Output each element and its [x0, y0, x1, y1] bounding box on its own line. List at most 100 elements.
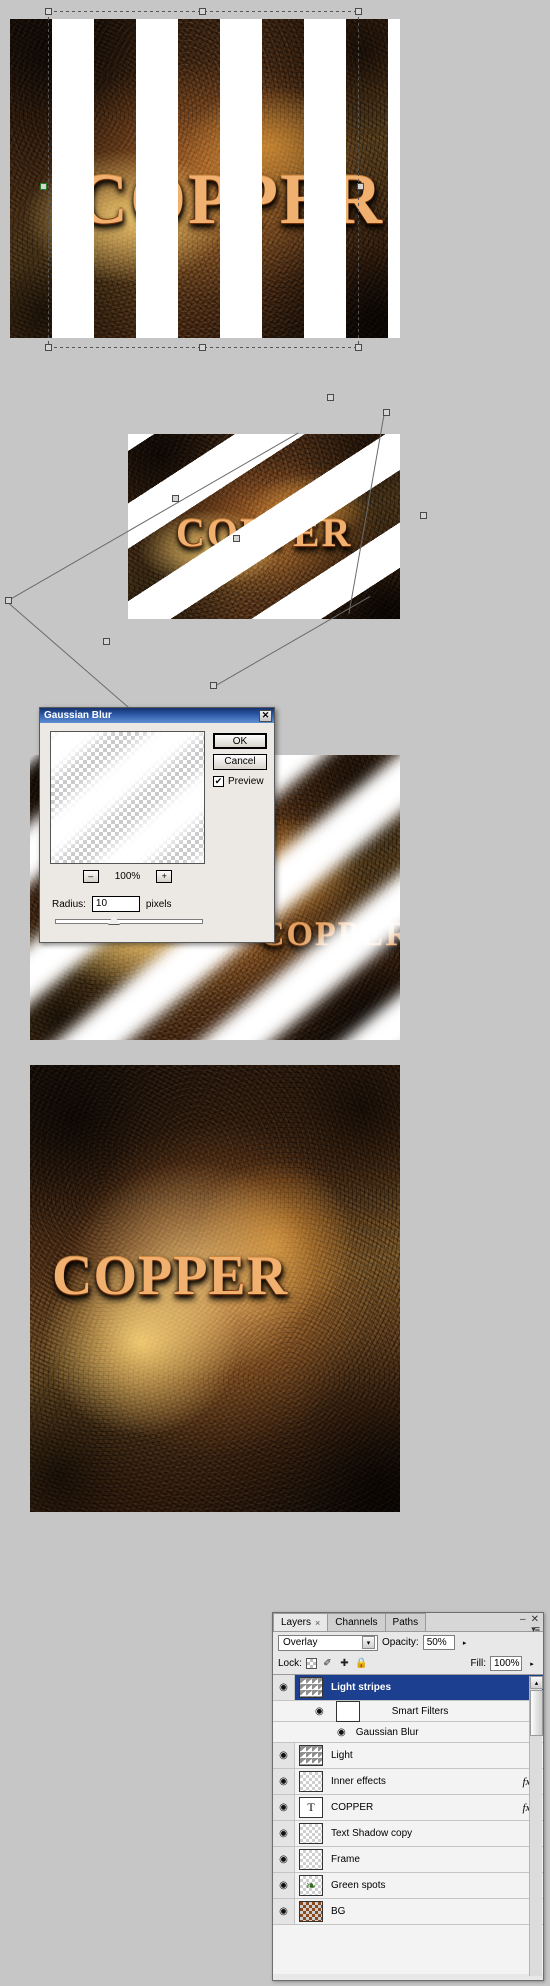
layer-list[interactable]: ◉ Light stripes ◉ ◉ Smart Filters ◉ Gaus… [273, 1674, 543, 1974]
radius-units-label: pixels [145, 898, 172, 910]
eye-icon: ◉ [279, 1682, 288, 1693]
layer-row-frame[interactable]: ◉ Frame [273, 1847, 543, 1873]
rotate-handle-tr[interactable] [383, 409, 390, 416]
layer-name: Gaussian Blur [355, 1726, 419, 1738]
tab-paths-label: Paths [392, 1617, 419, 1628]
preview-checkbox[interactable]: ✔ [213, 776, 224, 787]
type-layer-thumbnail[interactable]: T [299, 1797, 323, 1818]
layer-name: Light [331, 1750, 353, 1761]
lock-transparent-icon[interactable] [305, 1658, 317, 1669]
dialog-titlebar[interactable]: Gaussian Blur ✕ [40, 708, 274, 723]
cancel-button[interactable]: Cancel [213, 754, 267, 770]
layer-list-scrollbar[interactable]: ▴ [529, 1676, 543, 1976]
minimize-icon[interactable]: – [520, 1614, 526, 1625]
opacity-input[interactable]: 50% [422, 1635, 455, 1650]
layer-name: Inner effects [331, 1776, 386, 1787]
transform-handle-br[interactable] [355, 344, 362, 351]
preview-checkbox-row[interactable]: ✔ Preview [213, 776, 264, 787]
chevron-down-icon[interactable]: ▾ [362, 1636, 375, 1649]
tab-close-icon[interactable]: × [315, 1618, 320, 1628]
visibility-toggle[interactable]: ◉ [273, 1675, 295, 1700]
layer-row-copper[interactable]: ◉ T COPPER fx ▾ [273, 1795, 543, 1821]
dialog-title: Gaussian Blur [44, 710, 112, 721]
rotate-handle-inner-b[interactable] [233, 535, 240, 542]
tab-paths[interactable]: Paths [384, 1613, 427, 1631]
lock-image-brush-icon[interactable]: ✐ [321, 1657, 334, 1670]
transform-box-left [48, 11, 49, 347]
rotate-handle-bl[interactable] [103, 638, 110, 645]
opacity-stepper-icon[interactable]: ▸ [458, 1635, 471, 1650]
lock-label: Lock: [278, 1658, 302, 1669]
scrollbar-thumb[interactable] [530, 1690, 543, 1736]
visibility-toggle[interactable]: ◉ [273, 1899, 295, 1924]
rotate-handle-tl[interactable] [327, 394, 334, 401]
zoom-out-button[interactable]: – [82, 869, 99, 883]
layer-row-green-spots[interactable]: ◉ ❧ Green spots [273, 1873, 543, 1899]
radius-row: Radius: 10 pixels [52, 896, 171, 912]
gaussian-blur-dialog: Gaussian Blur ✕ – 100% + Radius: 10 pixe… [39, 707, 275, 943]
layers-panel: Layers × Channels Paths – ✕ ▾≡ Overlay ▾… [272, 1612, 544, 1981]
layer-row-bg[interactable]: ◉ BG [273, 1899, 543, 1925]
layer-thumbnail[interactable] [299, 1677, 323, 1698]
panel-menu-icon[interactable]: ▾≡ [531, 1624, 540, 1635]
fill-stepper-icon[interactable]: ▸ [526, 1656, 538, 1671]
tab-layers[interactable]: Layers × [273, 1613, 329, 1631]
rotate-handle-ml[interactable] [5, 597, 12, 604]
layer-thumbnail[interactable] [299, 1823, 323, 1844]
panel-2-canvas-image: COPPER [128, 434, 400, 619]
smart-filter-mask-thumbnail[interactable] [335, 1700, 360, 1722]
radius-slider-thumb[interactable] [108, 915, 120, 924]
rotate-handle-br[interactable] [210, 682, 217, 689]
layer-thumbnail[interactable] [299, 1849, 323, 1870]
visibility-toggle[interactable]: ◉ [273, 1847, 295, 1872]
blend-mode-select[interactable]: Overlay ▾ [278, 1634, 378, 1651]
layer-thumbnail[interactable]: ❧ [299, 1875, 323, 1896]
rotate-handle-inner-a[interactable] [172, 495, 179, 502]
transform-handle-bl[interactable] [45, 344, 52, 351]
eye-icon[interactable]: ◉ [315, 1706, 324, 1717]
ok-button[interactable]: OK [213, 733, 267, 749]
layer-row-text-shadow-copy[interactable]: ◉ Text Shadow copy [273, 1821, 543, 1847]
transform-handle-tl[interactable] [45, 8, 52, 15]
rotate-handle-mr[interactable] [420, 512, 427, 519]
blend-mode-row: Overlay ▾ Opacity: 50% ▸ [273, 1632, 543, 1653]
layer-row-inner-effects[interactable]: ◉ Inner effects fx ▾ [273, 1769, 543, 1795]
layer-row-smart-filters[interactable]: ◉ Smart Filters [273, 1700, 543, 1722]
layer-row-light-stripes[interactable]: ◉ Light stripes ◉ [273, 1675, 543, 1701]
layer-row-gaussian-blur[interactable]: ◉ Gaussian Blur ☲ [273, 1722, 543, 1743]
radius-input[interactable]: 10 [91, 896, 140, 912]
layer-thumbnail[interactable] [299, 1901, 323, 1922]
layer-name: Green spots [331, 1880, 386, 1891]
fill-input[interactable]: 100% [490, 1656, 522, 1671]
transform-handle-mr[interactable] [357, 183, 364, 190]
scroll-up-button[interactable]: ▴ [530, 1676, 543, 1689]
visibility-toggle[interactable]: ◉ [273, 1769, 295, 1794]
eye-icon: ◉ [279, 1750, 288, 1761]
tab-channels[interactable]: Channels [327, 1613, 386, 1631]
eye-icon: ◉ [279, 1854, 288, 1865]
layer-thumbnail[interactable] [299, 1745, 323, 1766]
panel-4-final-image: COPPER [30, 1065, 400, 1512]
copper-artwork-text-final: COPPER [52, 1244, 289, 1306]
zoom-in-button[interactable]: + [156, 869, 173, 883]
visibility-toggle[interactable]: ◉ [273, 1743, 295, 1768]
visibility-toggle[interactable]: ◉ [273, 1873, 295, 1898]
layer-name: Frame [331, 1854, 360, 1865]
blur-preview-thumbnail[interactable] [50, 731, 205, 864]
transform-handle-tc[interactable] [199, 8, 206, 15]
visibility-toggle[interactable]: ◉ [273, 1821, 295, 1846]
eye-icon[interactable]: ◉ [337, 1727, 346, 1738]
lock-all-icon[interactable]: 🔒 [355, 1657, 368, 1670]
transform-handle-bc[interactable] [199, 344, 206, 351]
layer-row-light[interactable]: ◉ Light [273, 1743, 543, 1769]
lock-position-move-icon[interactable]: ✚ [338, 1657, 351, 1670]
visibility-toggle[interactable]: ◉ [273, 1795, 295, 1820]
layer-thumbnail[interactable] [299, 1771, 323, 1792]
white-stripes-overlay [10, 19, 400, 338]
radius-slider-track[interactable] [55, 919, 203, 924]
lock-row: Lock: ✐ ✚ 🔒 Fill: 100% ▸ [273, 1653, 543, 1674]
close-icon[interactable]: ✕ [259, 709, 272, 722]
eye-icon: ◉ [279, 1906, 288, 1917]
transform-handle-ml[interactable] [40, 183, 47, 190]
transform-handle-tr[interactable] [355, 8, 362, 15]
